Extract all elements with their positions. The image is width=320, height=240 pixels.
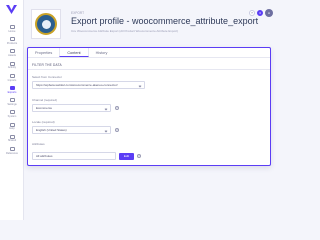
app-logo-icon[interactable] [6,5,17,14]
sidebar-item[interactable]: System [0,109,24,121]
help-icon [9,122,15,127]
attributes-label: Attributes [32,142,45,146]
tab-properties[interactable]: Properties [28,48,59,57]
sidebar-item[interactable]: Help [0,122,24,134]
woocommerce-badge-icon [35,13,57,35]
sidebar-item-label: Reference [6,151,18,155]
attributes-help-icon[interactable]: ? [137,154,141,158]
divider [28,69,270,70]
section-title: FILTER THE DATA [32,63,62,67]
edit-attributes-button[interactable]: Edit [119,153,134,160]
sidebar-item[interactable]: Reference [0,146,24,158]
sidebar-item-label: Activity [7,66,17,70]
page-title: Export profile - woocommerce_attribute_e… [71,16,259,26]
home-icon [9,25,15,29]
sidebar-item[interactable]: Shared [0,134,24,146]
attributes-select[interactable]: All attributes [32,152,116,160]
settings-icon [9,98,15,103]
sidebar-item-label: Products [6,41,18,45]
assets-icon [9,49,15,54]
tab-bar: Properties Content History [28,48,270,58]
connector-label: Select from Connector [32,75,62,79]
locale-select-value: English (United States) [36,128,67,132]
sidebar-nav: Home Products Assets Activity Imports Exports… [0,24,24,158]
sidebar-item[interactable]: Activity [0,61,24,73]
locale-label: Locale (required) [32,120,55,124]
sidebar-item-label: Imports [7,78,17,82]
system-icon [9,110,15,115]
help-button[interactable]: ? [249,10,255,16]
notifications-button[interactable]: 3 [257,10,263,16]
channel-help-icon[interactable]: ? [115,106,119,110]
exports-icon [9,85,15,90]
breadcrumb: Csv Woocommerce Attribute Export (All Pr… [71,29,179,33]
imports-icon [9,73,15,78]
sidebar-item[interactable]: Settings [0,97,24,109]
sidebar-item-label: Help [9,127,15,131]
avatar[interactable]: A [265,9,273,17]
locale-select[interactable]: English (United States) [32,126,111,134]
tab-content[interactable]: Content [59,48,89,57]
sidebar-item-label: Settings [7,102,17,106]
sidebar-item-label: Shared [7,139,17,143]
header-label: EXPORT [71,11,85,15]
export-profile-card: Properties Content History FILTER THE DA… [27,47,271,166]
chevron-down-icon [104,107,108,110]
channel-label: Channel (required) [32,98,58,102]
sidebar-item[interactable]: Exports [0,85,24,97]
activity-icon [9,61,15,66]
products-icon [9,37,15,42]
channel-select[interactable]: Ecommerce [32,104,111,112]
sidebar-item[interactable]: Assets [0,48,24,60]
channel-select-value: Ecommerce [36,106,53,110]
sidebar-item[interactable]: Imports [0,73,24,85]
connector-select[interactable]: https://wpbeta.webkul.com/woocommerce-ak… [32,81,145,89]
chevron-down-icon [138,84,142,87]
connector-select-value: https://wpbeta.webkul.com/woocommerce-ak… [36,83,118,87]
sidebar-item-label: System [7,115,17,119]
locale-help-icon[interactable]: ? [115,128,119,132]
attributes-select-value: All attributes [36,154,53,158]
sidebar-item-label: Home [8,29,16,33]
sidebar-item-label: Assets [8,54,16,58]
chevron-down-icon [104,129,108,132]
sidebar: Home Products Assets Activity Imports Exports… [0,0,24,220]
sidebar-item[interactable]: Home [0,24,24,36]
header-actions: ? 3 A [249,9,273,17]
tab-history[interactable]: History [89,48,115,57]
sidebar-item[interactable]: Products [0,36,24,48]
reference-icon [9,146,15,151]
sidebar-item-label: Exports [7,90,17,94]
product-thumbnail [31,9,61,39]
